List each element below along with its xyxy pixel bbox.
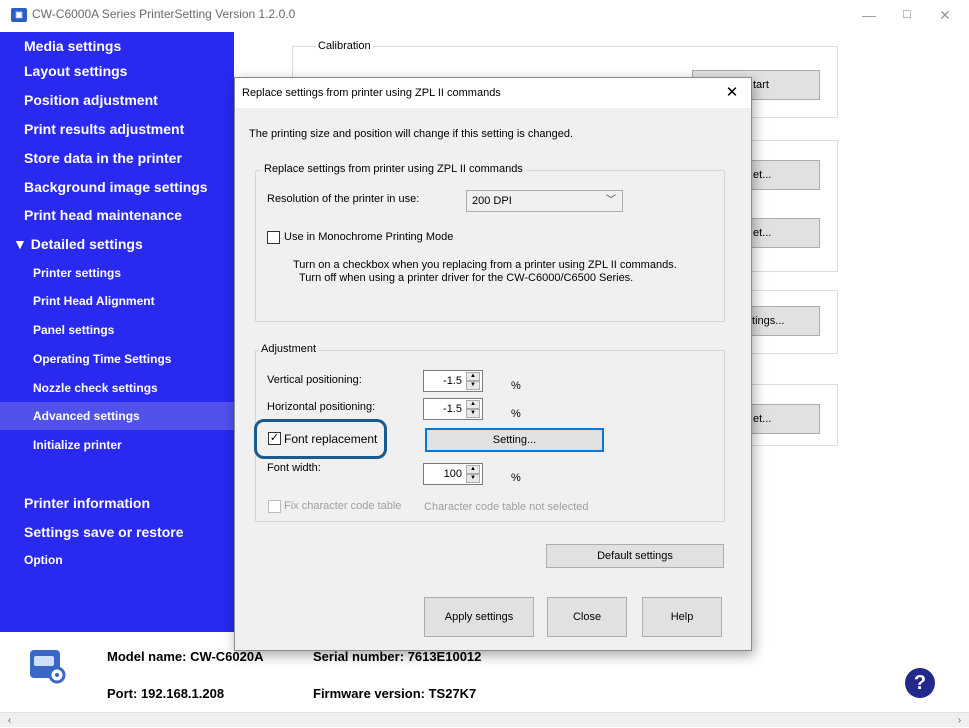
printer-device-icon bbox=[30, 650, 66, 684]
sidebar-item-position-adjustment[interactable]: Position adjustment bbox=[0, 86, 234, 114]
horizontal-scrollbar[interactable]: ‹ › bbox=[0, 712, 969, 727]
font-setting-button[interactable]: Setting... bbox=[425, 428, 604, 452]
sidebar-item-option[interactable]: Option bbox=[0, 546, 234, 574]
sidebar-item-settings-save-restore[interactable]: Settings save or restore bbox=[0, 518, 234, 546]
vertical-value: -1.5 bbox=[443, 375, 462, 387]
dialog-close-icon[interactable]: ✕ bbox=[721, 82, 743, 104]
port: Port: 192.168.1.208 bbox=[107, 686, 225, 701]
window-title: CW-C6000A Series PrinterSetting Version … bbox=[32, 7, 296, 21]
zpl-group-legend: Replace settings from printer using ZPL … bbox=[261, 163, 526, 175]
sidebar-item-operating-time-settings[interactable]: Operating Time Settings bbox=[0, 345, 234, 373]
resolution-value: 200 DPI bbox=[472, 195, 512, 207]
dialog-title: Replace settings from printer using ZPL … bbox=[242, 87, 501, 99]
adjustment-legend: Adjustment bbox=[258, 343, 320, 355]
up-arrow-icon[interactable]: ▲ bbox=[466, 400, 480, 409]
window-titlebar: ▣ CW-C6000A Series PrinterSetting Versio… bbox=[0, 0, 969, 32]
serial-number: Serial number: 7613E10012 bbox=[313, 649, 482, 664]
sidebar: Media settings Layout settings Position … bbox=[0, 32, 234, 632]
monochrome-label: Use in Monochrome Printing Mode bbox=[284, 231, 454, 243]
down-arrow-icon[interactable]: ▼ bbox=[466, 381, 480, 390]
resolution-select[interactable]: 200 DPI ﹀ bbox=[466, 190, 623, 212]
scroll-left-icon[interactable]: ‹ bbox=[2, 713, 17, 728]
resolution-label: Resolution of the printer in use: bbox=[267, 193, 420, 205]
vertical-label: Vertical positioning: bbox=[267, 374, 362, 386]
dialog-titlebar: Replace settings from printer using ZPL … bbox=[235, 78, 751, 108]
horizontal-value: -1.5 bbox=[443, 403, 462, 415]
model-name: Model name: CW-C6020A bbox=[107, 649, 264, 664]
horizontal-stepper[interactable]: -1.5 ▲ ▼ bbox=[423, 398, 483, 420]
scroll-right-icon[interactable]: › bbox=[952, 713, 967, 728]
chevron-down-icon: ﹀ bbox=[606, 195, 616, 206]
vertical-unit: % bbox=[511, 380, 521, 392]
down-arrow-icon[interactable]: ▼ bbox=[466, 474, 480, 483]
fix-code-status: Character code table not selected bbox=[424, 501, 589, 513]
apply-settings-button[interactable]: Apply settings bbox=[424, 597, 534, 637]
minimize-button[interactable]: — bbox=[858, 4, 880, 26]
default-settings-button[interactable]: Default settings bbox=[546, 544, 724, 568]
fix-code-label: Fix character code table bbox=[284, 500, 402, 512]
sidebar-item-print-head-alignment[interactable]: Print Head Alignment bbox=[0, 287, 234, 315]
font-width-value: 100 bbox=[443, 468, 462, 480]
sidebar-item-advanced-settings[interactable]: Advanced settings bbox=[0, 402, 234, 430]
firmware-version: Firmware version: TS27K7 bbox=[313, 686, 477, 701]
up-arrow-icon[interactable]: ▲ bbox=[466, 465, 480, 474]
vertical-stepper[interactable]: -1.5 ▲ ▼ bbox=[423, 370, 483, 392]
sidebar-item-background-image-settings[interactable]: Background image settings bbox=[0, 173, 234, 201]
up-arrow-icon[interactable]: ▲ bbox=[466, 372, 480, 381]
maximize-button[interactable]: ☐ bbox=[896, 4, 918, 26]
help-button[interactable]: Help bbox=[642, 597, 722, 637]
horizontal-unit: % bbox=[511, 408, 521, 420]
font-width-label: Font width: bbox=[267, 462, 321, 474]
sidebar-item-print-results-adjustment[interactable]: Print results adjustment bbox=[0, 115, 234, 143]
calibration-label: Calibration bbox=[316, 40, 373, 52]
app-icon: ▣ bbox=[11, 8, 27, 22]
zpl-settings-dialog: Replace settings from printer using ZPL … bbox=[234, 77, 752, 651]
sidebar-item-panel-settings[interactable]: Panel settings bbox=[0, 316, 234, 344]
monochrome-checkbox[interactable] bbox=[267, 231, 280, 244]
sidebar-item-printer-information[interactable]: Printer information bbox=[0, 489, 234, 517]
close-window-button[interactable]: ✕ bbox=[934, 4, 956, 26]
sidebar-item-detailed-settings[interactable]: ▼ Detailed settings bbox=[0, 230, 234, 258]
sidebar-item-nozzle-check-settings[interactable]: Nozzle check settings bbox=[0, 374, 234, 402]
sidebar-item-print-head-maintenance[interactable]: Print head maintenance bbox=[0, 201, 234, 229]
sidebar-item-initialize-printer[interactable]: Initialize printer bbox=[0, 431, 234, 459]
sidebar-item-store-data[interactable]: Store data in the printer bbox=[0, 144, 234, 172]
fix-code-checkbox[interactable] bbox=[268, 500, 281, 513]
sidebar-item-layout-settings[interactable]: Layout settings bbox=[0, 57, 234, 85]
font-width-stepper[interactable]: 100 ▲ ▼ bbox=[423, 463, 483, 485]
sidebar-item-printer-settings[interactable]: Printer settings bbox=[0, 259, 234, 287]
font-width-unit: % bbox=[511, 472, 521, 484]
sidebar-item-media-settings[interactable]: Media settings bbox=[0, 32, 234, 60]
dialog-note: The printing size and position will chan… bbox=[249, 128, 574, 140]
font-replacement-highlight bbox=[254, 419, 387, 459]
horizontal-label: Horizontal positioning: bbox=[267, 401, 376, 413]
close-button[interactable]: Close bbox=[547, 597, 627, 637]
hint-line-1: Turn on a checkbox when you replacing fr… bbox=[293, 259, 677, 271]
help-icon[interactable]: ? bbox=[905, 668, 935, 698]
hint-line-2: Turn off when using a printer driver for… bbox=[299, 272, 634, 284]
down-arrow-icon[interactable]: ▼ bbox=[466, 409, 480, 418]
